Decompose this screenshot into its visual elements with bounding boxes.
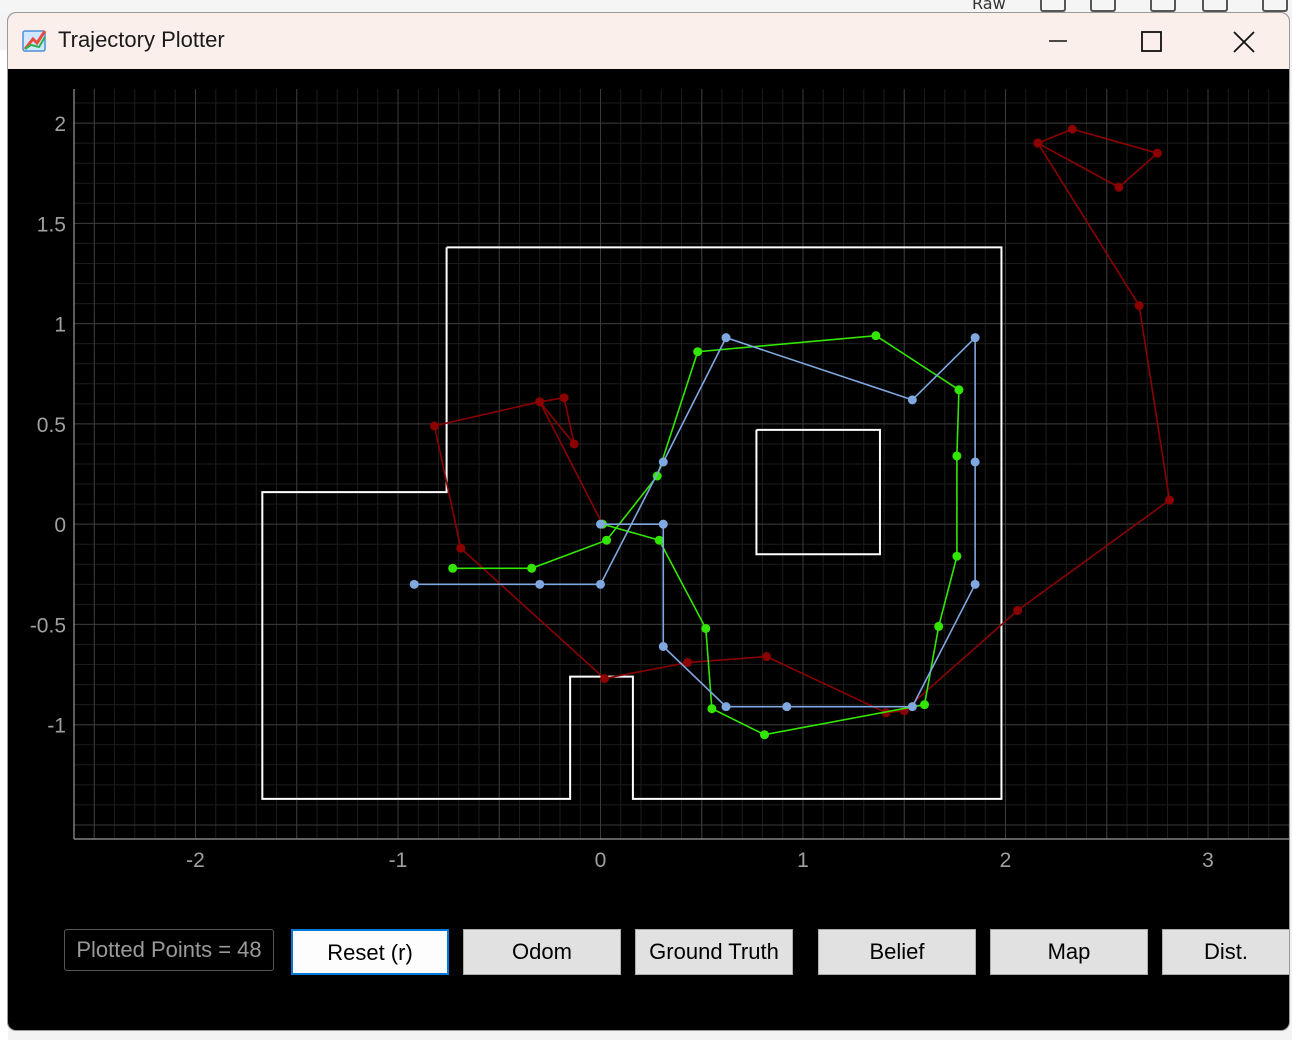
ground_truth-point [448, 563, 458, 573]
odom-point [569, 439, 579, 449]
trajectory-plot[interactable]: -2 -1 0 1 2 3 2 1.5 1 0.5 0 -0.5 -1 [8, 69, 1289, 889]
app-icon [22, 30, 47, 52]
ground_truth-point [707, 704, 717, 714]
belief-point [658, 641, 668, 651]
y-tick-label: 0 [54, 514, 66, 537]
belief-point [596, 519, 605, 529]
plot-canvas[interactable]: -2 -1 0 1 2 3 2 1.5 1 0.5 0 -0.5 -1 [8, 69, 1289, 889]
belief-button[interactable]: Belief [818, 929, 976, 975]
ground_truth-point [602, 535, 612, 545]
belief-point [970, 457, 980, 467]
odom-point [1134, 301, 1144, 311]
chevron-down-icon[interactable] [1202, 0, 1228, 12]
ground_truth-point [760, 730, 770, 740]
belief-point [721, 702, 731, 712]
odom-point [762, 652, 772, 662]
title-bar[interactable]: Trajectory Plotter [8, 13, 1289, 69]
close-button[interactable] [1197, 13, 1289, 69]
belief-point [970, 333, 980, 343]
x-tick-label: 1 [797, 849, 809, 872]
window-title: Trajectory Plotter [58, 27, 225, 52]
ground_truth-point [693, 347, 703, 357]
list-icon[interactable] [1262, 0, 1288, 12]
download-icon[interactable] [1090, 0, 1116, 12]
y-tick-label: 2 [54, 113, 66, 136]
y-tick-label: 1 [54, 314, 66, 337]
odom-button[interactable]: Odom [463, 929, 621, 975]
odom-point [1114, 182, 1124, 192]
minimize-button[interactable] [1013, 13, 1105, 69]
odom-point [1165, 495, 1175, 505]
y-tick-label: 0.5 [37, 414, 66, 437]
belief-point [970, 579, 980, 589]
y-tick-label: -0.5 [30, 614, 66, 637]
reset-button[interactable]: Reset (r) [291, 929, 449, 975]
belief-line [414, 335, 976, 708]
odom-point [600, 674, 610, 684]
ground_truth-line [452, 334, 960, 736]
odom-line [433, 128, 1171, 714]
belief-point [596, 579, 605, 589]
odom-point [1152, 148, 1162, 158]
belief-point [907, 395, 917, 405]
belief-point [721, 333, 731, 343]
belief-point [409, 579, 419, 589]
odom-point [559, 393, 569, 403]
odom-point [535, 397, 545, 407]
x-tick-label: 0 [595, 849, 607, 872]
belief-point [782, 702, 792, 712]
minimize-icon [1049, 40, 1067, 42]
belief-point [535, 579, 545, 589]
maximize-button[interactable] [1105, 13, 1197, 69]
odom-point [1013, 605, 1023, 615]
belief-point [907, 702, 917, 712]
maximize-icon [1141, 31, 1162, 52]
ground_truth-point [920, 700, 929, 710]
x-tick-label: -1 [389, 849, 408, 872]
background-raw-button[interactable]: Raw [972, 0, 1006, 13]
map-button[interactable]: Map [990, 929, 1148, 975]
x-tick-label: 3 [1202, 849, 1214, 872]
belief-point [658, 519, 668, 529]
belief-point [658, 457, 668, 467]
background-app-toolbar: Raw [0, 0, 1292, 13]
trajectory-plotter-window: Trajectory Plotter -2 -1 0 1 2 3 2 1.5 1 0.5 0 -0.5… [8, 13, 1289, 1030]
map-wall [755, 428, 881, 556]
plotted-points-counter: Plotted Points = 48 [64, 929, 274, 971]
ground_truth-point [701, 623, 711, 633]
ground_truth-point [527, 563, 537, 573]
ground_truth-point [654, 535, 664, 545]
ground_truth-point [952, 551, 962, 561]
odom-point [1067, 124, 1077, 134]
odom-point [429, 421, 439, 431]
ground_truth-point [952, 451, 962, 461]
odom-point [456, 543, 466, 553]
x-tick-label: -2 [186, 849, 205, 872]
copy-icon[interactable] [1040, 0, 1066, 12]
ground-truth-button[interactable]: Ground Truth [635, 929, 793, 975]
close-icon [1233, 31, 1255, 53]
ground_truth-point [954, 385, 964, 395]
ground_truth-point [934, 621, 944, 631]
background-document-edge [0, 50, 8, 1040]
odom-point [1033, 138, 1043, 148]
edit-icon[interactable] [1150, 0, 1176, 12]
dist-button[interactable]: Dist. [1162, 929, 1289, 975]
y-tick-label: 1.5 [37, 213, 66, 236]
y-tick-label: -1 [47, 715, 66, 738]
ground_truth-point [871, 331, 881, 341]
x-tick-label: 2 [1000, 849, 1012, 872]
